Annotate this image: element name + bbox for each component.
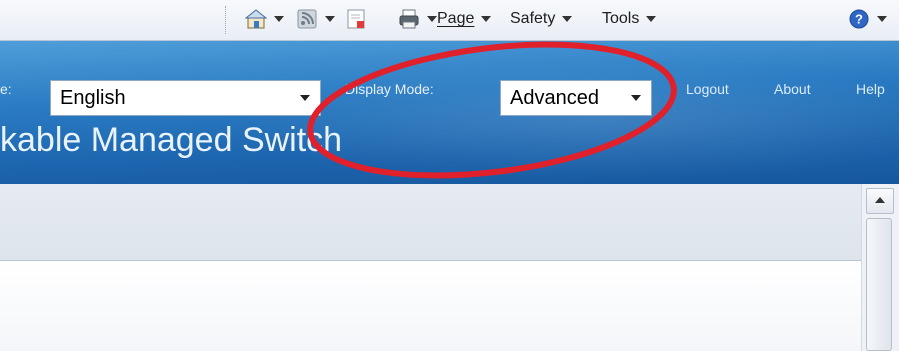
language-label: e: bbox=[0, 81, 12, 97]
feeds-icon bbox=[296, 8, 318, 30]
tools-dropdown-arrow bbox=[646, 16, 657, 22]
read-mail-button[interactable] bbox=[345, 4, 367, 34]
tools-menu-label: Tools bbox=[602, 10, 640, 27]
help-icon: ? bbox=[848, 8, 870, 30]
page-menu[interactable]: Page bbox=[437, 4, 492, 34]
display-mode-select[interactable]: Advanced bbox=[500, 80, 652, 116]
product-title: kable Managed Switch bbox=[0, 121, 343, 159]
app-header: e: English Display Mode: Advanced Logout… bbox=[0, 41, 899, 184]
help-menu[interactable]: ? bbox=[848, 4, 887, 34]
print-dropdown-arrow[interactable] bbox=[427, 16, 437, 22]
scroll-thumb[interactable] bbox=[866, 218, 892, 351]
home-dropdown-arrow[interactable] bbox=[274, 16, 284, 22]
print-button[interactable] bbox=[398, 4, 437, 34]
scroll-up-button[interactable] bbox=[866, 188, 894, 214]
chevron-down-icon bbox=[300, 95, 310, 101]
vertical-scrollbar[interactable] bbox=[861, 184, 899, 351]
safety-menu-label: Safety bbox=[510, 10, 556, 27]
safety-menu[interactable]: Safety bbox=[510, 4, 573, 34]
page-dropdown-arrow bbox=[481, 16, 492, 22]
tools-menu[interactable]: Tools bbox=[602, 4, 657, 34]
home-icon bbox=[245, 8, 267, 30]
page-menu-label: Page bbox=[437, 10, 475, 27]
read-mail-icon bbox=[345, 8, 367, 30]
ie-command-bar: Page Safety Tools ? bbox=[0, 0, 899, 41]
display-mode-select-value: Advanced bbox=[510, 86, 599, 109]
home-button[interactable] bbox=[245, 4, 284, 34]
logout-link[interactable]: Logout bbox=[686, 81, 729, 97]
safety-dropdown-arrow bbox=[562, 16, 573, 22]
feeds-dropdown-arrow[interactable] bbox=[325, 16, 335, 22]
feeds-button[interactable] bbox=[296, 4, 335, 34]
language-select[interactable]: English bbox=[50, 80, 321, 116]
chevron-down-icon bbox=[631, 95, 641, 101]
print-icon bbox=[398, 8, 420, 30]
svg-text:?: ? bbox=[855, 12, 863, 27]
about-link[interactable]: About bbox=[774, 81, 811, 97]
language-select-value: English bbox=[60, 86, 126, 109]
main-content bbox=[0, 261, 861, 351]
command-bar-separator bbox=[225, 6, 226, 34]
display-mode-label: Display Mode: bbox=[345, 81, 434, 97]
content-toolbar bbox=[0, 184, 861, 261]
browser-window: Page Safety Tools ? e: English Display M… bbox=[0, 0, 899, 351]
help-link[interactable]: Help bbox=[856, 81, 885, 97]
help-dropdown-arrow bbox=[877, 16, 887, 22]
